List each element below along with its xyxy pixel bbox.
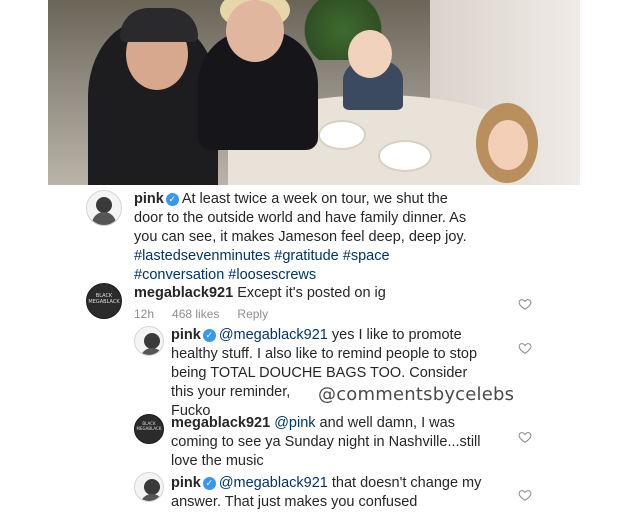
- post-photo: [48, 0, 580, 185]
- username[interactable]: megablack921: [171, 415, 270, 431]
- mention[interactable]: @pink: [274, 415, 315, 431]
- heart-icon[interactable]: [518, 297, 532, 311]
- reply-line: coming to see ya Sunday night in Nashvil…: [171, 434, 481, 450]
- reply: megablack921 @pink and well damn, I was: [171, 414, 455, 433]
- caption-text: At least twice a week on tour, we shut t…: [181, 191, 448, 207]
- reply-line: love the music: [171, 453, 264, 469]
- comment-time: 12h: [134, 307, 155, 321]
- avatar[interactable]: [134, 326, 164, 356]
- photo-person-face: [488, 120, 528, 170]
- heart-icon[interactable]: [518, 488, 532, 502]
- reply-line: this your reminder,: [171, 384, 291, 400]
- hashtags[interactable]: #conversation #loosescrews: [134, 266, 316, 285]
- watermark: @commentsbycelebs: [318, 384, 515, 405]
- verified-icon: ✓: [165, 193, 179, 206]
- reply: pink ✓ @megablack921 that doesn't change m…: [171, 474, 481, 493]
- photo-plate: [378, 140, 432, 172]
- heart-icon[interactable]: [518, 341, 532, 355]
- hashtags[interactable]: #lastedsevenminutes #gratitude #space: [134, 247, 390, 266]
- reply-text: that doesn't change my: [331, 475, 482, 491]
- username[interactable]: pink: [171, 475, 201, 491]
- photo-person-face: [226, 0, 284, 62]
- mention[interactable]: @megablack921: [219, 327, 328, 343]
- reply-button[interactable]: Reply: [237, 307, 268, 321]
- heart-icon[interactable]: [518, 430, 532, 444]
- comment-meta: 12h 468 likes Reply: [134, 307, 286, 321]
- like-count[interactable]: 468 likes: [172, 307, 219, 321]
- reply: pink ✓ @megablack921 yes I like to promote: [171, 326, 462, 345]
- photo-person-cap: [120, 8, 198, 42]
- caption-line: door to the outside world and have famil…: [134, 210, 467, 226]
- photo-plate: [318, 120, 366, 150]
- reply-text: yes I like to promote: [331, 327, 462, 343]
- avatar[interactable]: [134, 472, 164, 502]
- caption-line: you can see, it makes Jameson feel deep,…: [134, 229, 467, 245]
- avatar-text: BLACK MEGABLACK: [136, 421, 162, 431]
- verified-icon: ✓: [202, 477, 216, 490]
- photo-person-face: [348, 30, 392, 78]
- avatar[interactable]: BLACK MEGABLACK: [134, 414, 164, 444]
- comment: megablack921 Except it's posted on ig: [134, 284, 386, 303]
- reply-line: answer. That just makes you confused: [171, 494, 418, 510]
- username[interactable]: pink: [171, 327, 201, 343]
- reply-line: healthy stuff. I also like to remind peo…: [171, 346, 478, 362]
- username[interactable]: pink: [134, 191, 164, 207]
- username[interactable]: megablack921: [134, 285, 233, 301]
- avatar[interactable]: [86, 190, 122, 226]
- mention[interactable]: @megablack921: [219, 475, 328, 491]
- reply-text: and well damn, I was: [319, 415, 455, 431]
- avatar-text: BLACK MEGABLACK: [88, 293, 120, 305]
- verified-icon: ✓: [202, 329, 216, 342]
- avatar[interactable]: BLACK MEGABLACK: [86, 283, 122, 319]
- reply-line: being TOTAL DOUCHE BAGS TOO. Consider: [171, 365, 468, 381]
- comment-text: Except it's posted on ig: [237, 285, 386, 301]
- caption-line: pink ✓ At least twice a week on tour, we s…: [134, 190, 448, 209]
